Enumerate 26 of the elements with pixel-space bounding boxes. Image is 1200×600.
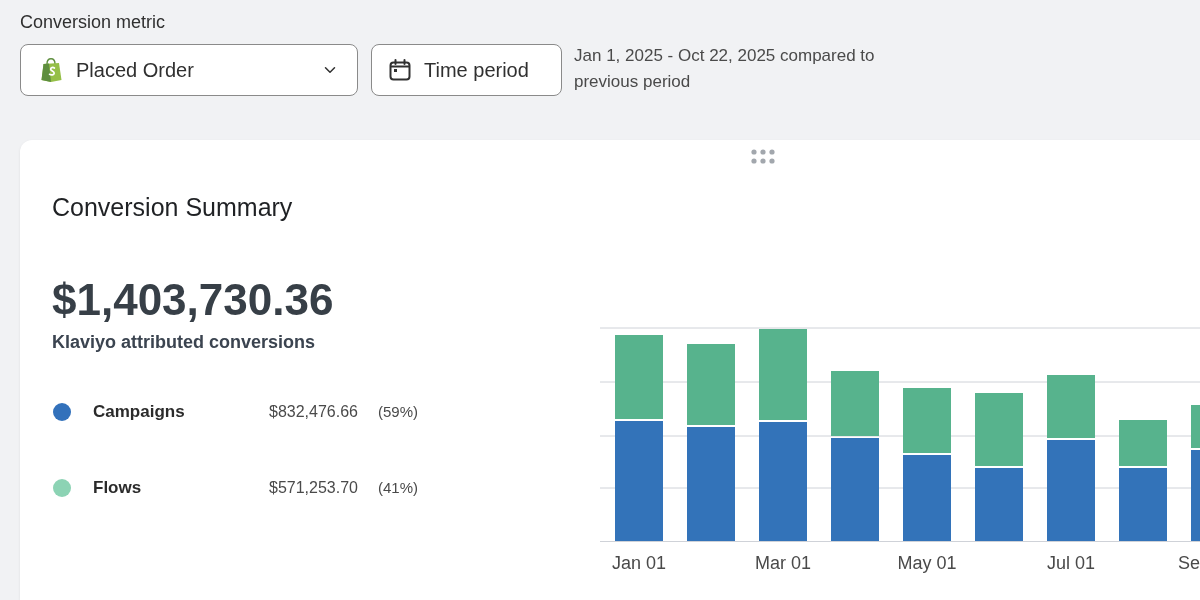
flows-bar: [831, 371, 879, 436]
axis-label: Jan 01: [612, 553, 666, 573]
card-title: Conversion Summary: [52, 192, 293, 222]
legend-amount: $832,476.66: [269, 402, 358, 422]
legend-amount: $571,253.70: [269, 478, 358, 498]
metric-dropdown[interactable]: Placed Order: [20, 44, 358, 96]
total-caption: Klaviyo attributed conversions: [52, 331, 316, 354]
flows-bar: [1191, 405, 1200, 448]
axis-label: May 01: [897, 553, 957, 573]
legend-label: Campaigns: [93, 401, 185, 424]
axis-label: Se: [1177, 553, 1200, 573]
total-amount: $1,403,730.36: [52, 275, 334, 325]
time-period-button[interactable]: Time period: [371, 44, 562, 96]
axis-label: Mar 01: [755, 553, 811, 573]
field-label: Conversion metric: [20, 11, 166, 34]
flows-bar: [1119, 420, 1167, 466]
axis-label: Jul 01: [1047, 553, 1095, 573]
legend-share: (41%): [378, 477, 418, 498]
drag-handle-icon[interactable]: [751, 149, 775, 164]
flows-bar: [903, 388, 951, 453]
calendar-icon: [389, 59, 411, 81]
legend-share: (59%): [378, 401, 418, 422]
flows-bar: [1047, 375, 1095, 438]
legend-label: Flows: [93, 477, 142, 500]
date-range-text: Jan 1, 2025 - Oct 22, 2025 compared to previous period: [574, 45, 876, 93]
shopping-bag-icon: [41, 58, 62, 82]
